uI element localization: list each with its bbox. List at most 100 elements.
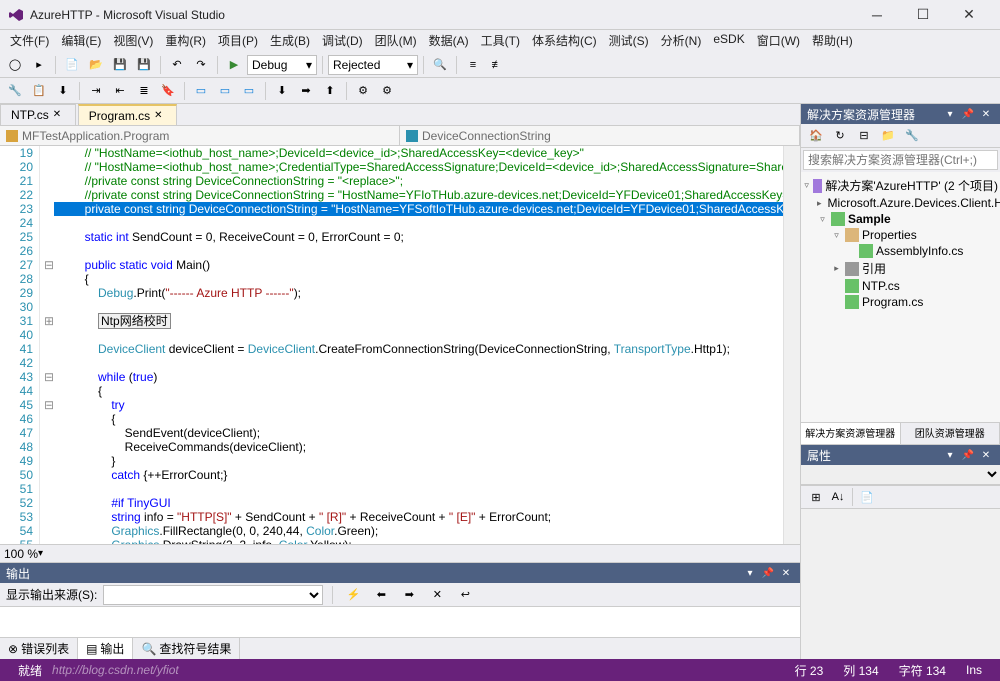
open-button[interactable]: 📂 xyxy=(85,54,107,76)
props-object-dropdown[interactable] xyxy=(801,465,1000,484)
menu-item[interactable]: 工具(T) xyxy=(475,30,526,52)
se-showall-button[interactable]: 📁 xyxy=(877,125,899,147)
output-wrap-button[interactable]: ↩ xyxy=(454,584,476,606)
menu-item[interactable]: 窗口(W) xyxy=(751,30,806,52)
class-navigator[interactable]: MFTestApplication.Program xyxy=(0,126,400,145)
outdent-button[interactable]: ⇤ xyxy=(109,80,131,102)
menu-item[interactable]: 团队(M) xyxy=(369,30,423,52)
find-button[interactable]: 🔍 xyxy=(429,54,451,76)
bottom-tab[interactable]: ⊗错误列表 xyxy=(0,638,78,659)
se-home-button[interactable]: 🏠 xyxy=(805,125,827,147)
window-btn-3[interactable]: ▭ xyxy=(238,80,260,102)
output-clear-button[interactable]: ✕ xyxy=(426,584,448,606)
menu-item[interactable]: 重构(R) xyxy=(159,30,212,52)
platform-dropdown[interactable]: Rejected▾ xyxy=(328,55,418,75)
bottom-tab[interactable]: 🔍查找符号结果 xyxy=(133,638,240,659)
props-pages-button[interactable]: 📄 xyxy=(856,486,878,508)
properties-folder[interactable]: ▿Properties xyxy=(803,227,998,243)
props-close-icon[interactable]: ✕ xyxy=(978,447,994,463)
zoom-level[interactable]: 100 % xyxy=(4,547,38,561)
code-editor[interactable]: 1920212223242526272829303140414243444546… xyxy=(0,146,800,544)
config-dropdown[interactable]: Debug▾ xyxy=(247,55,317,75)
project-node-2[interactable]: ▿Sample xyxy=(803,211,998,227)
comment-button[interactable]: ≡ xyxy=(462,54,484,76)
props-pin-icon[interactable]: 📌 xyxy=(960,447,976,463)
solution-node[interactable]: ▿解决方案'AzureHTTP' (2 个项目) xyxy=(803,176,998,195)
nav-forward-button[interactable]: ▸ xyxy=(28,54,50,76)
menu-item[interactable]: 编辑(E) xyxy=(55,30,107,52)
panel-close-icon[interactable]: ✕ xyxy=(778,565,794,581)
undo-button[interactable]: ↶ xyxy=(166,54,188,76)
output-prev-button[interactable]: ⬅ xyxy=(370,584,392,606)
se-pin-icon[interactable]: 📌 xyxy=(960,106,976,122)
extra-btn-2[interactable]: ⚙ xyxy=(376,80,398,102)
bottom-tab[interactable]: ▤输出 xyxy=(78,638,133,659)
se-search-input[interactable] xyxy=(803,150,998,170)
panel-dropdown-icon[interactable]: ▾ xyxy=(742,565,758,581)
step-out-button[interactable]: ⬆ xyxy=(319,80,341,102)
menu-item[interactable]: 帮助(H) xyxy=(806,30,859,52)
se-panel-tab[interactable]: 解决方案资源管理器 xyxy=(801,423,901,444)
se-properties-button[interactable]: 🔧 xyxy=(901,125,923,147)
start-debug-button[interactable]: ▶ xyxy=(223,54,245,76)
menu-item[interactable]: 体系结构(C) xyxy=(526,30,603,52)
menu-item[interactable]: eSDK xyxy=(707,30,750,52)
step-over-button[interactable]: ➡ xyxy=(295,80,317,102)
save-button[interactable]: 💾 xyxy=(109,54,131,76)
tab-close-icon[interactable]: ✕ xyxy=(53,109,65,121)
nav-back-button[interactable]: ◯ xyxy=(4,54,26,76)
format-button[interactable]: ≣ xyxy=(133,80,155,102)
menu-item[interactable]: 视图(V) xyxy=(107,30,159,52)
indent-button[interactable]: ⇥ xyxy=(85,80,107,102)
se-refresh-button[interactable]: ↻ xyxy=(829,125,851,147)
output-source-dropdown[interactable] xyxy=(103,585,323,605)
new-project-button[interactable]: 📄 xyxy=(61,54,83,76)
uncomment-button[interactable]: ≢ xyxy=(486,54,508,76)
se-panel-tab[interactable]: 团队资源管理器 xyxy=(901,423,1000,444)
close-button[interactable]: ✕ xyxy=(946,0,992,30)
menu-item[interactable]: 生成(B) xyxy=(264,30,316,52)
panel-pin-icon[interactable]: 📌 xyxy=(760,565,776,581)
program-file[interactable]: Program.cs xyxy=(803,294,998,310)
tb2-btn-2[interactable]: 📋 xyxy=(28,80,50,102)
assemblyinfo-file[interactable]: AssemblyInfo.cs xyxy=(803,243,998,259)
props-dropdown-icon[interactable]: ▾ xyxy=(942,447,958,463)
member-navigator[interactable]: DeviceConnectionString xyxy=(400,126,800,145)
window-btn-1[interactable]: ▭ xyxy=(190,80,212,102)
bookmark-button[interactable]: 🔖 xyxy=(157,80,179,102)
vertical-scrollbar[interactable] xyxy=(783,146,800,544)
status-col: 列 134 xyxy=(833,662,888,679)
se-close-icon[interactable]: ✕ xyxy=(978,106,994,122)
menu-item[interactable]: 调试(D) xyxy=(316,30,369,52)
editor-tab[interactable]: Program.cs✕ xyxy=(78,104,177,125)
menu-item[interactable]: 项目(P) xyxy=(212,30,264,52)
tb2-btn-1[interactable]: 🔧 xyxy=(4,80,26,102)
window-btn-2[interactable]: ▭ xyxy=(214,80,236,102)
tab-close-icon[interactable]: ✕ xyxy=(154,110,166,122)
props-categorized-button[interactable]: ⊞ xyxy=(805,486,827,508)
watermark: http://blog.csdn.net/yfiot xyxy=(52,663,785,677)
menu-item[interactable]: 分析(N) xyxy=(655,30,708,52)
se-dropdown-icon[interactable]: ▾ xyxy=(942,106,958,122)
properties-grid[interactable] xyxy=(801,509,1000,659)
tb2-btn-3[interactable]: ⬇ xyxy=(52,80,74,102)
references-node[interactable]: ▸引用 xyxy=(803,259,998,278)
menu-item[interactable]: 文件(F) xyxy=(4,30,55,52)
extra-btn-1[interactable]: ⚙ xyxy=(352,80,374,102)
maximize-button[interactable]: ☐ xyxy=(900,0,946,30)
ntp-file[interactable]: NTP.cs xyxy=(803,278,998,294)
menu-item[interactable]: 数据(A) xyxy=(423,30,475,52)
output-next-button[interactable]: ➡ xyxy=(398,584,420,606)
output-text[interactable] xyxy=(0,607,800,637)
minimize-button[interactable]: ─ xyxy=(854,0,900,30)
output-goto-button[interactable]: ⚡ xyxy=(342,584,364,606)
editor-tab[interactable]: NTP.cs✕ xyxy=(0,104,76,125)
save-all-button[interactable]: 💾 xyxy=(133,54,155,76)
props-alpha-button[interactable]: A↓ xyxy=(827,486,849,508)
project-node-1[interactable]: ▸Microsoft.Azure.Devices.Client.Http.N xyxy=(803,195,998,211)
menu-item[interactable]: 测试(S) xyxy=(603,30,655,52)
se-collapse-button[interactable]: ⊟ xyxy=(853,125,875,147)
redo-button[interactable]: ↷ xyxy=(190,54,212,76)
step-into-button[interactable]: ⬇ xyxy=(271,80,293,102)
solution-tree: ▿解决方案'AzureHTTP' (2 个项目) ▸Microsoft.Azur… xyxy=(801,172,1000,422)
